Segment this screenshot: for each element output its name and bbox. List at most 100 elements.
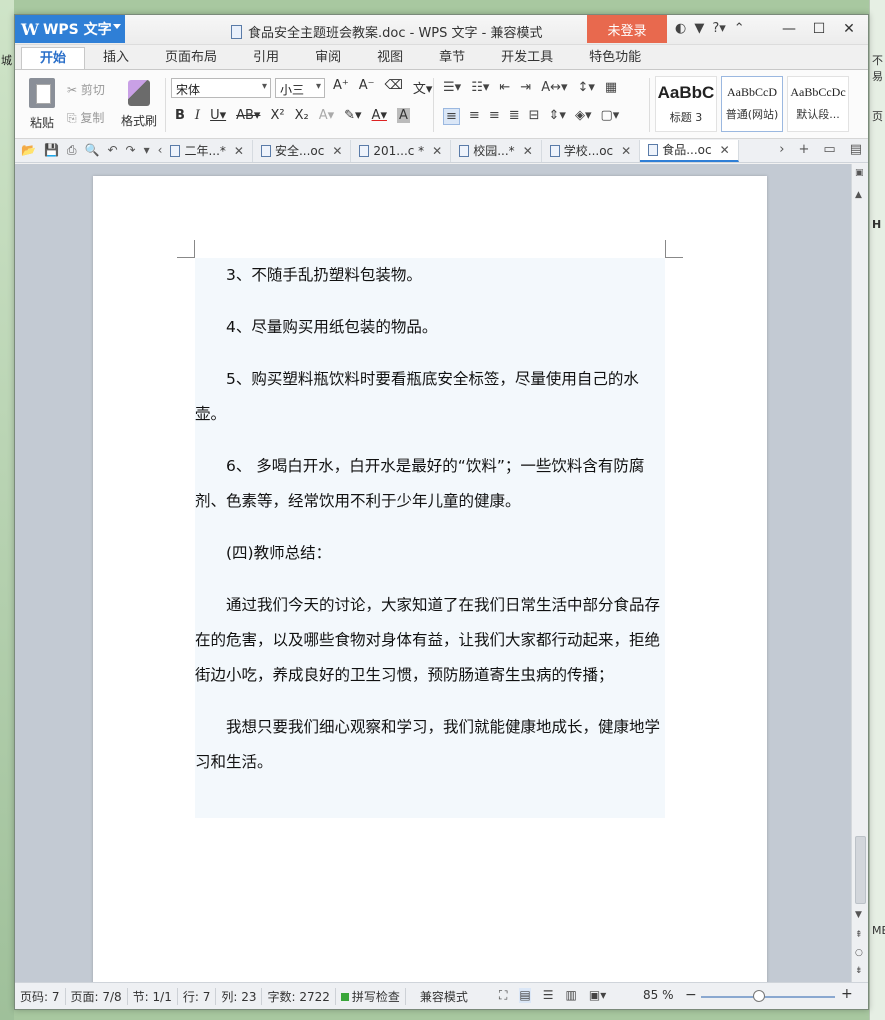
sort-icon[interactable]: ↕▾	[578, 80, 595, 95]
increase-indent-icon[interactable]: ⇥	[520, 80, 531, 95]
zoom-level[interactable]: 85 %	[643, 988, 674, 1002]
outline-view-icon[interactable]: ☰	[543, 988, 554, 1003]
tab-list-icon[interactable]: ▭	[823, 142, 835, 157]
distribute-icon[interactable]: ⊟	[529, 108, 540, 125]
char-shading-icon[interactable]: A	[396, 108, 410, 123]
redo-icon[interactable]: ↷	[126, 143, 136, 158]
align-center-icon[interactable]: ≡	[469, 108, 480, 125]
tab-special[interactable]: 特色功能	[571, 47, 659, 69]
strikethrough-icon[interactable]: AB▾	[236, 108, 260, 123]
doc-tab[interactable]: 安全...oc ✕	[253, 139, 352, 162]
italic-icon[interactable]: I	[195, 108, 200, 123]
web-view-icon[interactable]: ▥	[566, 988, 577, 1003]
status-pages[interactable]: 页面: 7/8	[66, 987, 128, 1005]
align-right-icon[interactable]: ≡	[489, 108, 500, 125]
copy-button[interactable]: ⎘ 复制	[67, 104, 105, 132]
next-page-icon[interactable]: ⇟	[855, 966, 863, 976]
reading-view-icon[interactable]: ▣▾	[589, 988, 606, 1003]
justify-icon[interactable]: ≣	[509, 108, 520, 125]
document-page[interactable]: 3、不随手乱扔塑料包装物。 4、尽量购买用纸包装的物品。 5、购买塑料瓶饮料时要…	[93, 176, 767, 982]
tab-home[interactable]: 开始	[21, 47, 86, 69]
format-painter-button[interactable]: 格式刷	[119, 76, 159, 129]
close-tab-icon[interactable]: ✕	[432, 144, 442, 158]
split-icon[interactable]: ▣	[855, 168, 864, 178]
style-default-para[interactable]: AaBbCcDc 默认段...	[787, 76, 849, 132]
page-view-icon[interactable]: ▤	[519, 988, 531, 1003]
shading-icon[interactable]: ◈▾	[575, 108, 592, 125]
char-scale-icon[interactable]: A↔▾	[541, 80, 567, 95]
numbered-list-icon[interactable]: ☷▾	[471, 80, 489, 95]
maximize-icon[interactable]: ☐	[804, 18, 834, 40]
tab-page-layout[interactable]: 页面布局	[147, 47, 235, 69]
open-icon[interactable]: 📂	[21, 143, 36, 158]
scroll-thumb[interactable]	[855, 836, 866, 904]
grow-font-icon[interactable]: A⁺	[333, 78, 349, 97]
undo-icon[interactable]: ↶	[107, 143, 117, 158]
align-left-icon[interactable]: ≡	[443, 108, 460, 125]
decrease-indent-icon[interactable]: ⇤	[499, 80, 510, 95]
app-menu-button[interactable]: W WPS 文字	[15, 15, 125, 43]
text-effect-icon[interactable]: A▾	[319, 108, 334, 123]
zoom-out-icon[interactable]: −	[685, 987, 697, 1003]
tab-scroll-right-icon[interactable]: ›	[779, 142, 784, 157]
font-size-select[interactable]: 小三	[275, 78, 325, 98]
status-word-count[interactable]: 字数: 2722	[262, 987, 336, 1005]
vertical-scrollbar[interactable]: ▣ ▲ ▼ ⇞ ○ ⇟	[851, 164, 868, 982]
line-spacing-icon[interactable]: ⇕▾	[549, 108, 566, 125]
tab-developer[interactable]: 开发工具	[483, 47, 571, 69]
table-border-icon[interactable]: ▦	[605, 80, 617, 95]
clear-format-icon[interactable]: ⌫	[385, 78, 403, 97]
scroll-up-icon[interactable]: ▲	[855, 190, 862, 200]
close-tab-icon[interactable]: ✕	[621, 144, 631, 158]
subscript-icon[interactable]: X₂	[295, 108, 309, 123]
prev-page-icon[interactable]: ⇞	[855, 930, 863, 940]
doc-tab[interactable]: 201...c * ✕	[351, 139, 452, 162]
scroll-down-icon[interactable]: ▼	[855, 910, 862, 920]
close-tab-icon[interactable]: ✕	[523, 144, 533, 158]
doc-tab[interactable]: 学校...oc ✕	[542, 139, 641, 162]
phonetic-icon[interactable]: 文▾	[413, 78, 433, 97]
help-icon[interactable]: ?▾	[712, 21, 725, 36]
close-icon[interactable]: ✕	[834, 18, 864, 40]
tab-review[interactable]: 审阅	[297, 47, 359, 69]
highlight-icon[interactable]: ✎▾	[344, 108, 361, 123]
minimize-icon[interactable]: —	[774, 18, 804, 40]
font-color-icon[interactable]: A▾	[372, 108, 387, 123]
feedback-icon[interactable]: ◐	[675, 21, 686, 36]
spell-check-toggle[interactable]: 拼写检查	[336, 987, 406, 1005]
superscript-icon[interactable]: X²	[270, 108, 284, 123]
tab-references[interactable]: 引用	[235, 47, 297, 69]
close-tab-icon[interactable]: ✕	[720, 143, 730, 157]
save-icon[interactable]: 💾	[44, 143, 59, 158]
fullscreen-view-icon[interactable]: ⛶	[499, 988, 507, 1003]
print-icon[interactable]: ⎙	[67, 143, 77, 158]
customize-qa-icon[interactable]: ▾	[144, 143, 150, 158]
skin-icon[interactable]: ▼	[694, 21, 704, 36]
zoom-in-icon[interactable]: +	[841, 986, 853, 1002]
style-heading3[interactable]: AaBbC 标题 3	[655, 76, 717, 132]
doc-tab[interactable]: 校园...* ✕	[451, 139, 542, 162]
doc-tab-active[interactable]: 食品...oc ✕	[640, 139, 739, 162]
paste-button[interactable]: 粘贴	[23, 76, 61, 131]
browse-object-icon[interactable]: ○	[855, 948, 863, 958]
shrink-font-icon[interactable]: A⁻	[359, 78, 375, 97]
bold-icon[interactable]: B	[175, 108, 185, 123]
font-family-select[interactable]: 宋体	[171, 78, 271, 98]
doc-tab[interactable]: 二年...* ✕	[162, 139, 253, 162]
collapse-ribbon-icon[interactable]: ⌃	[734, 21, 745, 36]
new-tab-icon[interactable]: +	[799, 142, 810, 157]
tab-insert[interactable]: 插入	[85, 47, 147, 69]
style-normal-web[interactable]: AaBbCcD 普通(网站)	[721, 76, 783, 132]
borders-icon[interactable]: ▢▾	[600, 108, 619, 125]
tab-menu-icon[interactable]: ▤	[850, 142, 862, 157]
close-tab-icon[interactable]: ✕	[234, 144, 244, 158]
document-body[interactable]: 3、不随手乱扔塑料包装物。 4、尽量购买用纸包装的物品。 5、购买塑料瓶饮料时要…	[195, 258, 665, 818]
zoom-slider[interactable]	[701, 996, 835, 998]
tab-view[interactable]: 视图	[359, 47, 421, 69]
cut-button[interactable]: ✂ 剪切	[67, 76, 105, 104]
underline-icon[interactable]: U▾	[210, 108, 226, 123]
zoom-slider-handle[interactable]	[753, 990, 765, 1002]
status-page-code[interactable]: 页码: 7	[15, 987, 66, 1005]
bullet-list-icon[interactable]: ☰▾	[443, 80, 461, 95]
print-preview-icon[interactable]: 🔍	[85, 143, 100, 158]
